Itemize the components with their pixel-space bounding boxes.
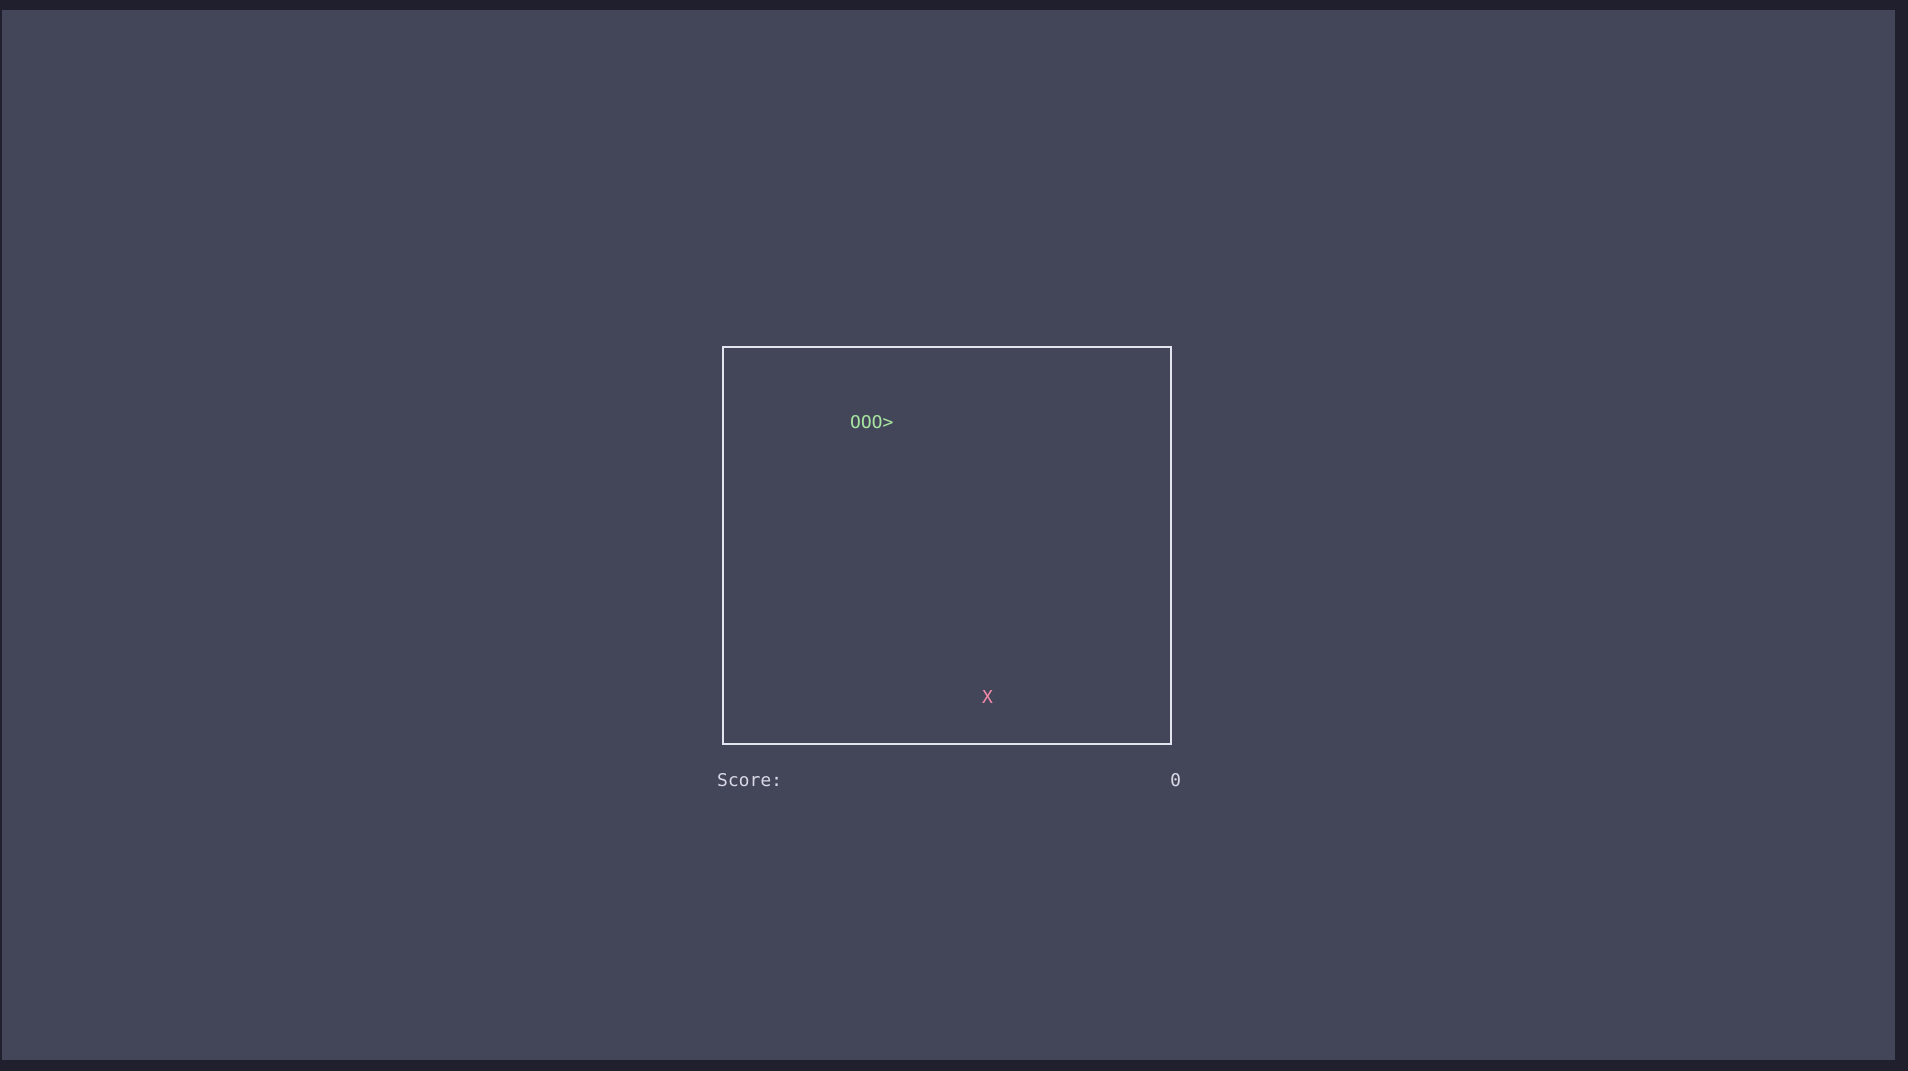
snake: OOO> bbox=[850, 412, 894, 433]
score-label: Score: bbox=[717, 770, 783, 791]
terminal-window: OOO> X Score: 0 bbox=[2, 10, 1895, 1060]
score-bar: Score: 0 bbox=[717, 770, 1181, 792]
game-board: OOO> X bbox=[722, 346, 1172, 745]
food-item: X bbox=[982, 687, 993, 708]
score-value: 0 bbox=[1170, 770, 1181, 791]
